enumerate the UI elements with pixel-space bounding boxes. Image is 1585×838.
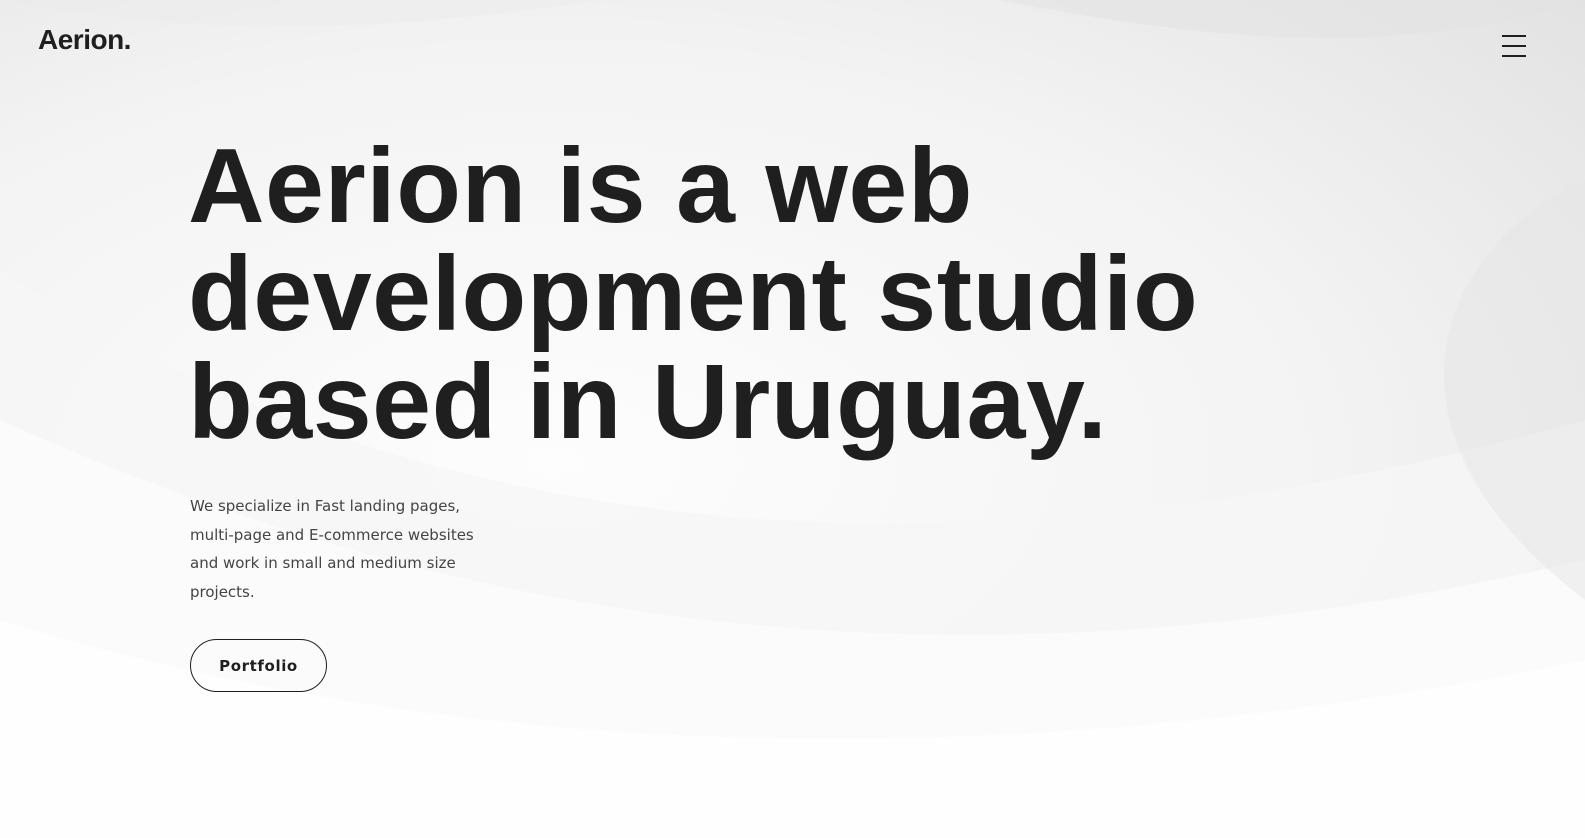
menu-bar-bottom [1502, 55, 1526, 57]
menu-bar-middle [1502, 45, 1526, 47]
hero-description-line-4: projects. [190, 582, 255, 601]
hero-description-line-1: We specialize in Fast landing pages, [190, 497, 461, 515]
hamburger-menu-icon[interactable] [1500, 32, 1530, 60]
hero-description-line-3: and work in small and medium size [190, 554, 456, 572]
hero-title-line-3: based in Uruguay. [188, 343, 1108, 461]
portfolio-button[interactable]: Portfolio [190, 639, 327, 692]
menu-bar-top [1502, 35, 1526, 37]
site-logo[interactable]: Aerion. [38, 24, 131, 56]
hero-description-line-2: multi-page and E-commerce websites [190, 525, 474, 544]
hero-title: Aerion is a web development studio based… [188, 132, 1288, 456]
hero-description: We specialize in Fast landing pages, mul… [190, 492, 490, 606]
hero-title-line-2: development studio [188, 235, 1199, 353]
hero-title-line-1: Aerion is a web [188, 127, 974, 245]
